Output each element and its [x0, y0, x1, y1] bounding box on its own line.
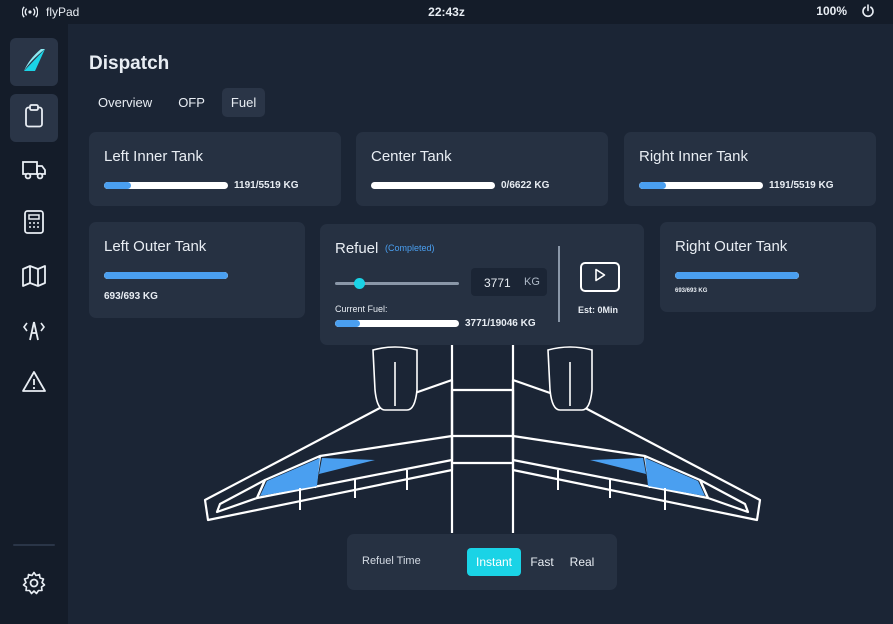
status-bar: flyPad 22:43z 100%: [0, 0, 893, 24]
refuel-time-panel: Refuel Time Instant Fast Real: [347, 534, 617, 590]
right-outer-tank-outline: [698, 478, 750, 514]
current-fuel-label: Current Fuel:: [335, 304, 388, 314]
aircraft-fuel-diagram: [203, 345, 762, 533]
refuel-status: (Completed): [385, 243, 435, 253]
sidebar-item-navigation[interactable]: [10, 254, 58, 302]
play-icon: [594, 268, 606, 287]
warning-icon: [21, 370, 47, 399]
left-outer-tank-fill: [104, 272, 228, 279]
right-outer-tank-fill: [675, 272, 799, 279]
center-tank-bar: [371, 182, 495, 189]
sidebar-item-atc[interactable]: [10, 308, 58, 356]
center-tank-card: Center Tank 0/6622 KG: [356, 132, 608, 206]
refuel-divider: [558, 246, 560, 322]
refuel-time-label: Refuel Time: [362, 555, 421, 567]
current-fuel-quantity: 3771/19046 KG: [465, 318, 536, 329]
left-outer-tank-bar: [104, 272, 228, 279]
right-inner-tank-quantity: 1191/5519 KG: [769, 180, 834, 191]
left-inner-tank-card: Left Inner Tank 1191/5519 KG: [89, 132, 341, 206]
left-inner-tank-quantity: 1191/5519 KG: [234, 180, 299, 191]
sidebar: [0, 24, 68, 624]
center-tank-title: Center Tank: [371, 148, 452, 165]
refuel-title: Refuel: [335, 240, 379, 257]
right-outer-tank-bar: [675, 272, 799, 279]
right-inner-tank-title: Right Inner Tank: [639, 148, 748, 165]
right-outer-tank-quantity: 693/693 KG: [675, 288, 708, 294]
tab-bar: Overview OFP Fuel: [89, 88, 266, 117]
flypad-logo-icon: [21, 47, 47, 78]
left-inner-tank-fill: [104, 182, 131, 189]
current-fuel-bar: [335, 320, 459, 327]
right-inner-tank-fill: [639, 182, 666, 189]
tab-fuel[interactable]: Fuel: [221, 88, 266, 117]
refuel-target-value: 3771: [484, 276, 511, 290]
refuel-time-instant[interactable]: Instant: [467, 548, 521, 576]
left-outer-tank-card: Left Outer Tank 693/693 KG: [89, 222, 305, 318]
antenna-icon: [21, 318, 47, 347]
start-refuel-button[interactable]: [580, 262, 620, 292]
refuel-time-real[interactable]: Real: [563, 548, 601, 576]
refuel-slider-handle[interactable]: [354, 278, 366, 289]
current-fuel-fill: [335, 320, 360, 327]
right-inner-tank-fuel: [645, 458, 705, 496]
left-inner-tank-bar: [104, 182, 228, 189]
sidebar-item-performance[interactable]: [10, 200, 58, 248]
tab-overview[interactable]: Overview: [89, 88, 161, 117]
map-icon: [21, 264, 47, 292]
power-icon[interactable]: [861, 4, 875, 18]
left-inner-tank-fuel-inboard: [319, 458, 375, 474]
sidebar-item-ground[interactable]: [10, 148, 58, 196]
sidebar-item-settings[interactable]: [10, 561, 58, 609]
right-outer-tank-card: Right Outer Tank 693/693 KG: [660, 222, 876, 312]
tab-ofp[interactable]: OFP: [169, 88, 214, 117]
center-tank-quantity: 0/6622 KG: [501, 180, 550, 191]
battery-level: 100%: [816, 4, 847, 18]
calculator-icon: [23, 209, 45, 239]
left-outer-tank-outline: [215, 478, 267, 514]
refuel-estimate: Est: 0Min: [578, 305, 619, 315]
status-right: 100%: [816, 4, 875, 18]
truck-icon: [21, 159, 47, 186]
clipboard-icon: [23, 103, 45, 133]
page-title: Dispatch: [89, 53, 170, 74]
sidebar-item-failures[interactable]: [10, 360, 58, 408]
center-tank-outline: [450, 388, 515, 438]
left-outer-tank-quantity: 693/693 KG: [104, 291, 158, 302]
sidebar-item-dispatch[interactable]: [10, 94, 58, 142]
clock: 22:43z: [428, 5, 465, 19]
left-outer-tank-title: Left Outer Tank: [104, 238, 207, 255]
right-inner-tank-bar: [639, 182, 763, 189]
left-inner-tank-title: Left Inner Tank: [104, 148, 203, 165]
sidebar-item-home[interactable]: [10, 38, 58, 86]
left-inner-tank-fuel: [260, 458, 320, 496]
refuel-target-unit: KG: [524, 276, 540, 288]
right-wing-outline: [511, 378, 762, 522]
sidebar-divider: [13, 544, 55, 546]
refuel-card: Refuel (Completed) 3771 KG Current Fuel:…: [320, 224, 644, 345]
right-inner-tank-fuel-inboard: [590, 458, 646, 474]
right-inner-tank-card: Right Inner Tank 1191/5519 KG: [624, 132, 876, 206]
refuel-time-fast[interactable]: Fast: [525, 548, 559, 576]
gear-icon: [22, 571, 46, 600]
right-outer-tank-title: Right Outer Tank: [675, 238, 788, 255]
refuel-target-input[interactable]: 3771 KG: [471, 268, 547, 296]
